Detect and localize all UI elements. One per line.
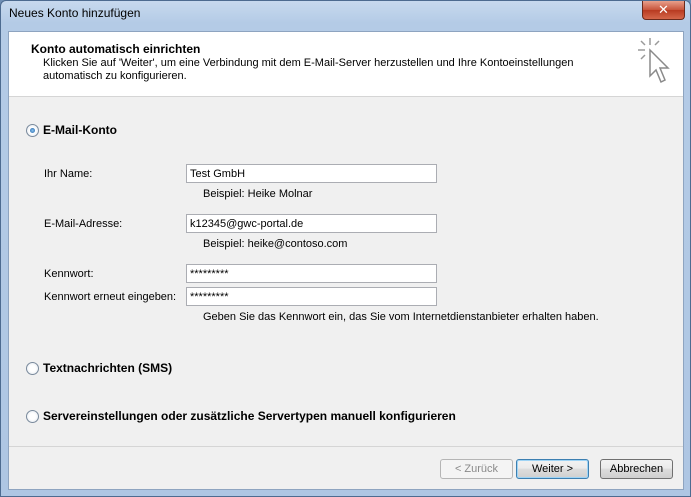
name-input[interactable] <box>186 164 437 183</box>
radio-sms[interactable]: Textnachrichten (SMS) <box>26 361 172 375</box>
radio-button-email[interactable] <box>26 123 39 137</box>
email-label: E-Mail-Adresse: <box>44 218 123 230</box>
password-repeat-label: Kennwort erneut eingeben: <box>44 291 177 303</box>
email-input[interactable] <box>186 214 437 233</box>
radio-label-email: E-Mail-Konto <box>43 123 117 137</box>
footer-divider <box>9 446 683 447</box>
header-description: Klicken Sie auf 'Weiter', um eine Verbin… <box>43 57 574 82</box>
close-icon: ✕ <box>658 2 669 17</box>
radio-email-account[interactable]: E-Mail-Konto <box>26 123 117 137</box>
radio-manual-config[interactable]: Servereinstellungen oder zusätzliche Ser… <box>26 409 456 423</box>
header-title: Konto automatisch einrichten <box>31 42 201 56</box>
password-repeat-input[interactable] <box>186 287 437 306</box>
title-bar[interactable]: Neues Konto hinzufügen ✕ <box>1 1 690 25</box>
name-hint: Beispiel: Heike Molnar <box>203 188 313 200</box>
next-button[interactable]: Weiter > <box>516 459 589 479</box>
window-title: Neues Konto hinzufügen <box>9 6 141 20</box>
header-panel: Konto automatisch einrichten Klicken Sie… <box>9 32 683 97</box>
radio-button-manual[interactable] <box>26 409 39 423</box>
name-label: Ihr Name: <box>44 168 93 180</box>
radio-button-sms[interactable] <box>26 361 39 375</box>
cancel-button[interactable]: Abbrechen <box>600 459 673 479</box>
close-button[interactable]: ✕ <box>642 1 685 20</box>
radio-label-sms: Textnachrichten (SMS) <box>43 361 173 375</box>
dialog-client-area: Konto automatisch einrichten Klicken Sie… <box>8 31 684 490</box>
radio-label-manual: Servereinstellungen oder zusätzliche Ser… <box>43 409 456 423</box>
back-button[interactable]: < Zurück <box>440 459 513 479</box>
email-hint: Beispiel: heike@contoso.com <box>203 238 348 250</box>
password-label: Kennwort: <box>44 268 94 280</box>
cursor-click-icon <box>638 38 670 84</box>
dialog-window: Neues Konto hinzufügen ✕ Konto automatis… <box>0 0 691 497</box>
password-input[interactable] <box>186 264 437 283</box>
password-hint: Geben Sie das Kennwort ein, das Sie vom … <box>203 311 599 323</box>
